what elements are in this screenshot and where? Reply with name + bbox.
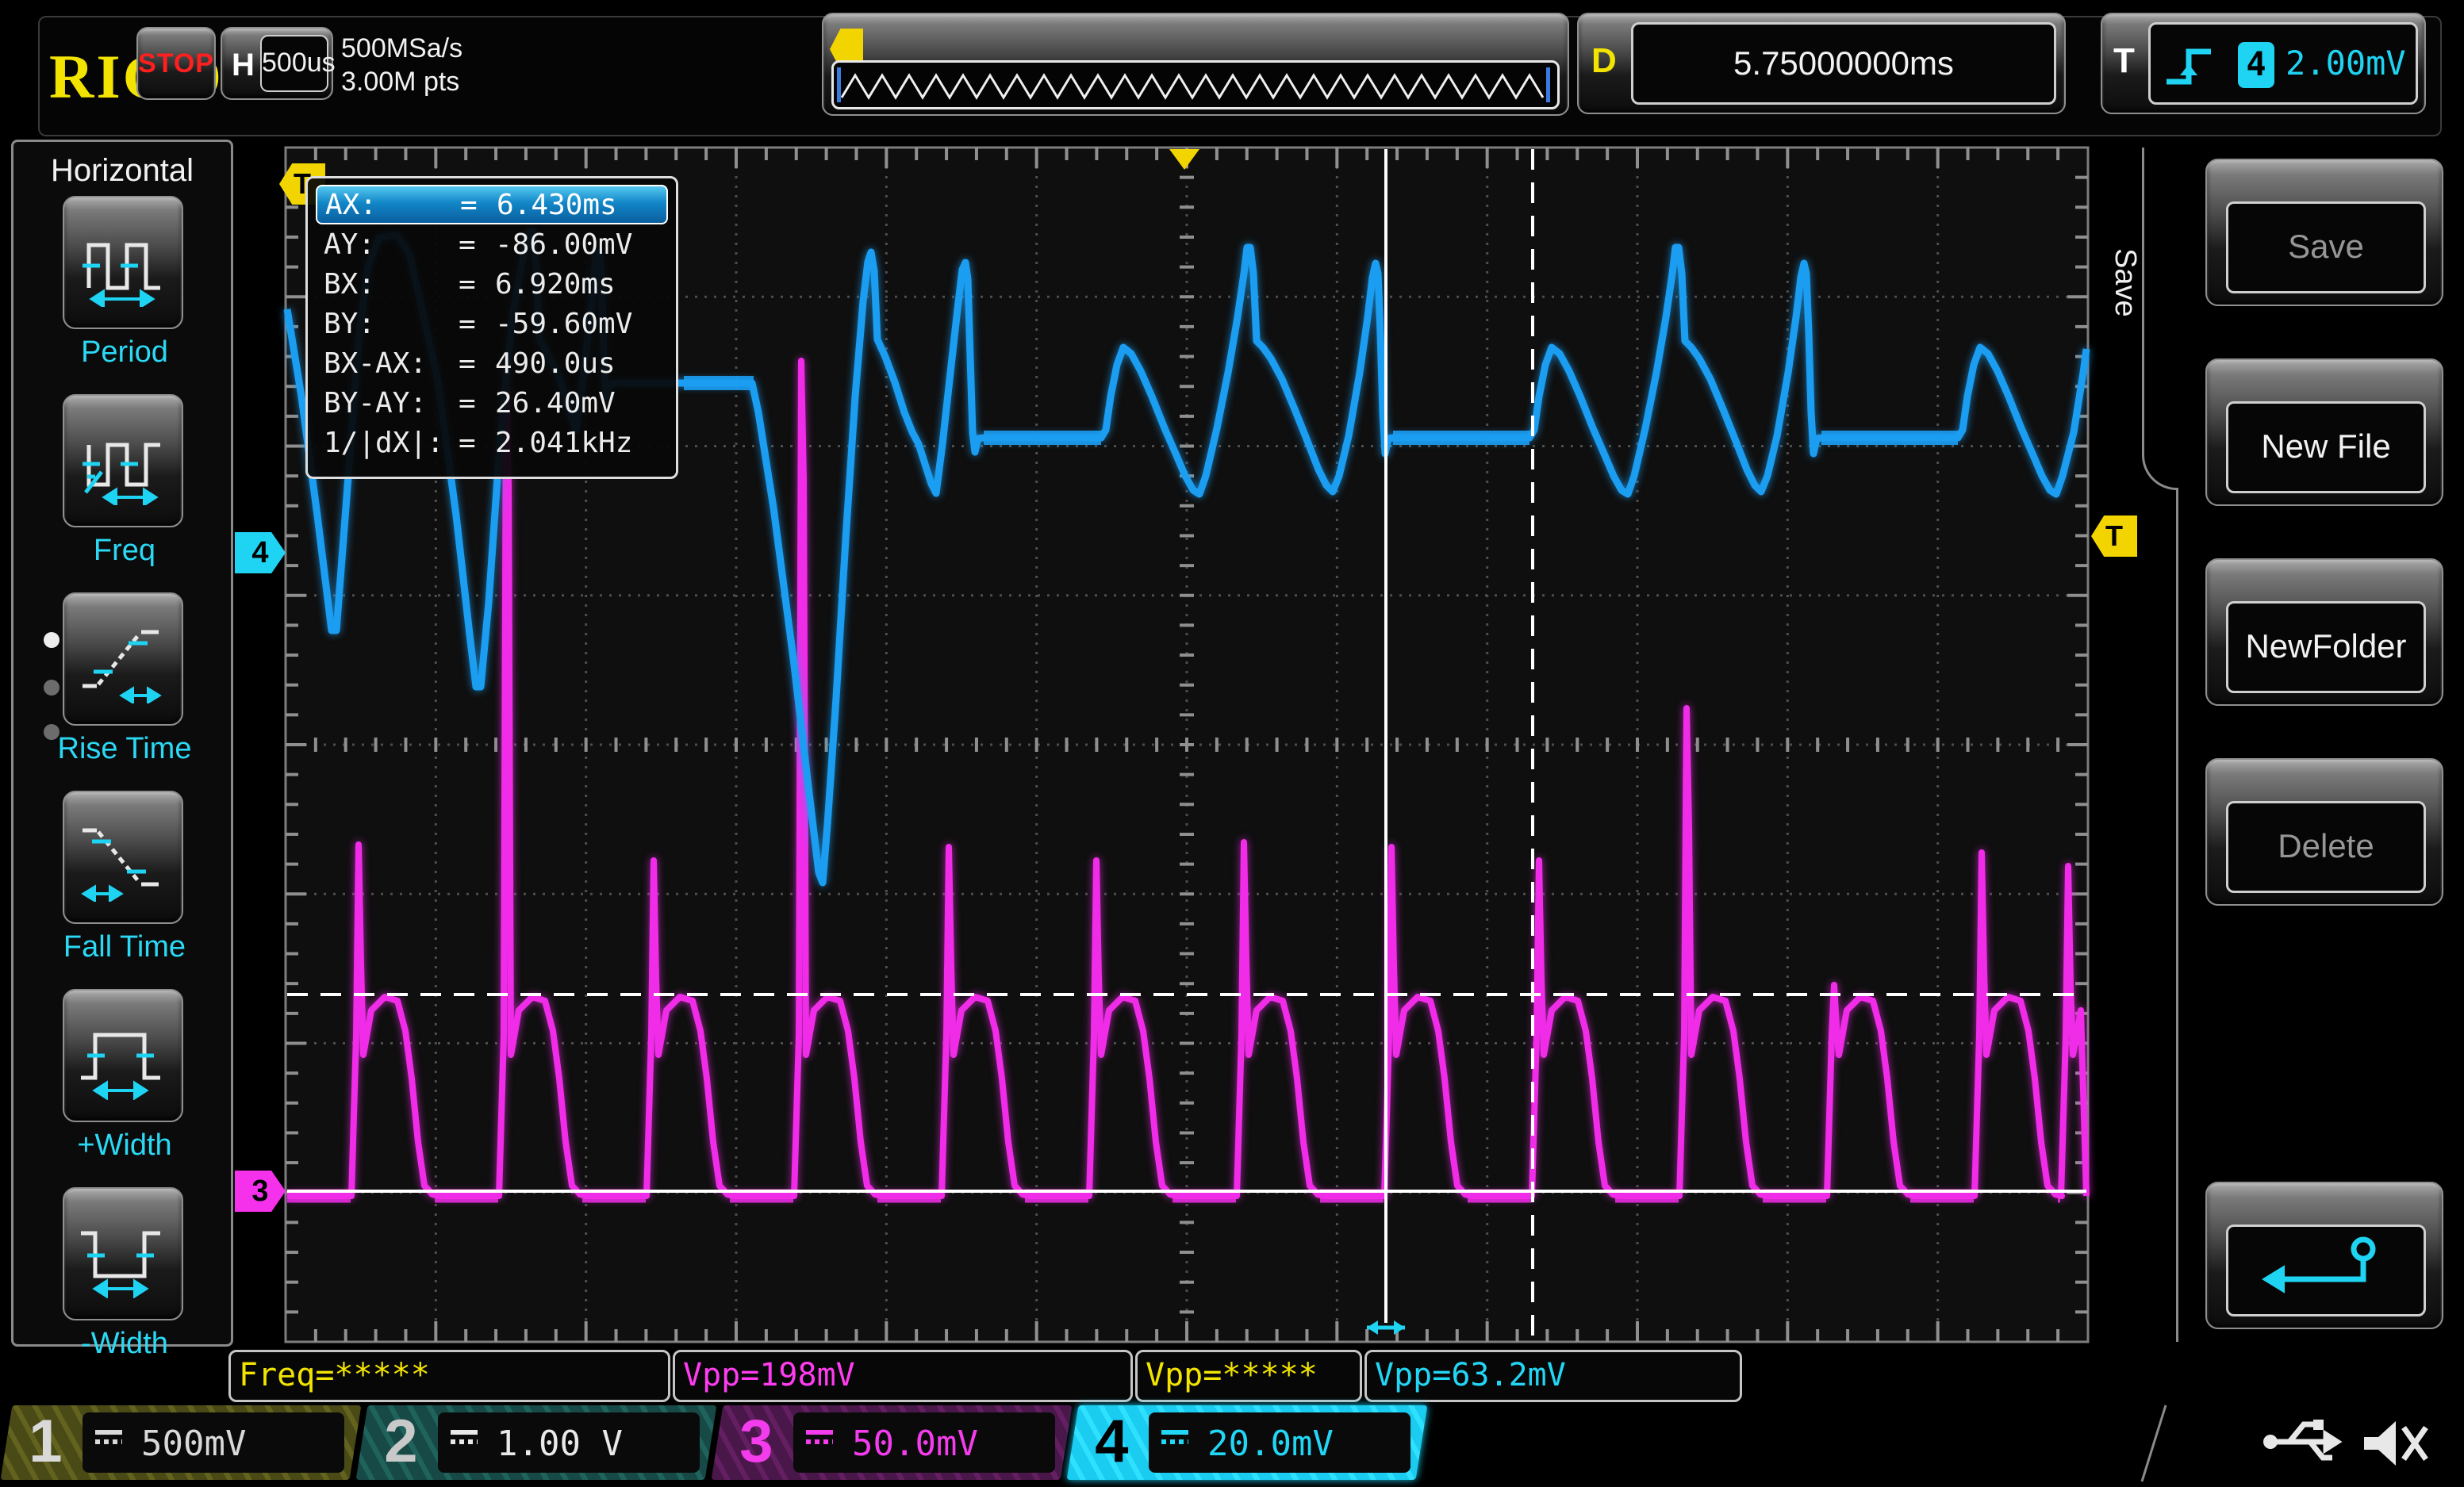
- menu-button-inner: New File: [2226, 401, 2426, 493]
- channel-number: 2: [384, 1407, 417, 1476]
- menu-button-newfolder[interactable]: NewFolder: [2205, 558, 2443, 706]
- cursor-row-ax[interactable]: AX:=6.430ms: [316, 185, 668, 224]
- cursor-row-value: 26.40mV: [495, 387, 660, 420]
- menu-button-inner: Save: [2226, 201, 2426, 293]
- cursor-measurement-panel: AX:=6.430msAY:=-86.00mVBX:=6.920msBY:=-5…: [305, 176, 678, 479]
- channel2-status[interactable]: 2 1.00 V: [356, 1405, 717, 1480]
- channel-inner-box: 20.0mV: [1149, 1412, 1410, 1473]
- channel-number: 4: [1095, 1407, 1128, 1476]
- cursor-row-label: AY:: [324, 228, 459, 261]
- tab-outline: [2142, 148, 2144, 436]
- cursor-row-ay[interactable]: AY:=-86.00mV: [316, 224, 668, 264]
- cursor-row-value: 6.430ms: [497, 189, 658, 221]
- equals: =: [459, 347, 495, 380]
- menu-button-label: Delete: [2228, 803, 2424, 889]
- cursor-row-value: 2.041kHz: [495, 427, 660, 459]
- measurement-value: Vpp=*****: [1146, 1357, 1318, 1393]
- channel3-status[interactable]: 3 50.0mV: [712, 1405, 1073, 1480]
- measurement-value: Vpp=198mV: [683, 1357, 855, 1393]
- equals: =: [459, 228, 495, 261]
- menu-button-inner: NewFolder: [2226, 601, 2426, 693]
- menu-button-inner: Delete: [2226, 801, 2426, 893]
- cursor-row-by[interactable]: BY:=-59.60mV: [316, 304, 668, 343]
- cursor-row-label: BY:: [324, 308, 459, 340]
- cursor-row-label: AX:: [325, 189, 460, 221]
- channel1-status[interactable]: 1 500mV: [1, 1405, 362, 1480]
- cursor-row-label: 1/|dX|:: [324, 427, 459, 459]
- return-arrow-icon: [2228, 1227, 2424, 1314]
- menu-button-new-file[interactable]: New File: [2205, 358, 2443, 506]
- statusbar-right: [2134, 1404, 2451, 1483]
- usb-icon: [2263, 1420, 2337, 1458]
- cursor-row-value: 490.0us: [495, 347, 660, 380]
- dc-coupling-icon: [806, 1430, 833, 1444]
- equals: =: [459, 427, 495, 459]
- channel-number: 1: [29, 1407, 62, 1476]
- equals: =: [459, 308, 495, 340]
- menu-button-save[interactable]: Save: [2205, 159, 2443, 306]
- channel-scale-value: 1.00 V: [497, 1424, 623, 1464]
- dc-coupling-icon: [1161, 1430, 1188, 1444]
- cursor-row-label: BX:: [324, 268, 459, 301]
- channel-inner-box: 50.0mV: [793, 1412, 1055, 1473]
- oscilloscope-screen: RIGOL STOP H 500us 500MSa/s 3.00M pts D …: [0, 0, 2464, 1487]
- measurement-slot-4[interactable]: Vpp=63.2mV: [1364, 1350, 1742, 1402]
- cursor-row-dx[interactable]: 1/|dX|:=2.041kHz: [316, 423, 668, 462]
- channel-inner-box: 500mV: [83, 1412, 344, 1473]
- channel-scale-value: 20.0mV: [1207, 1424, 1334, 1464]
- dc-coupling-icon: [451, 1430, 478, 1444]
- cursor-row-label: BY-AY:: [324, 387, 459, 420]
- measurement-slot-3[interactable]: Vpp=*****: [1135, 1350, 1362, 1402]
- channel-inner-box: 1.00 V: [438, 1412, 700, 1473]
- menu-button-label: NewFolder: [2228, 604, 2424, 689]
- measurement-slot-1[interactable]: Freq=*****: [228, 1350, 670, 1402]
- channel-number: 3: [739, 1407, 773, 1476]
- equals: =: [459, 387, 495, 420]
- cursor-row-label: BX-AX:: [324, 347, 459, 380]
- menu-button-label: Save: [2228, 204, 2424, 289]
- menu-panel-border: [2176, 489, 2178, 1342]
- cursor-row-value: 6.920ms: [495, 268, 660, 301]
- menu-button-label: New File: [2228, 404, 2424, 489]
- equals: =: [459, 268, 495, 301]
- cursor-row-value: -59.60mV: [495, 308, 660, 340]
- channel-scale-value: 50.0mV: [852, 1424, 978, 1464]
- channel-scale-value: 500mV: [141, 1424, 246, 1464]
- measurement-value: Vpp=63.2mV: [1375, 1357, 1566, 1393]
- separator: [2142, 1405, 2166, 1481]
- cursor-row-value: -86.00mV: [495, 228, 660, 261]
- equals: =: [460, 189, 497, 221]
- channel4-status[interactable]: 4 20.0mV: [1067, 1405, 1428, 1480]
- menu-tab-save: Save: [2107, 211, 2142, 354]
- speaker-muted-icon: [2364, 1421, 2426, 1466]
- cursor-row-bx[interactable]: BX:=6.920ms: [316, 264, 668, 304]
- menu-button-delete[interactable]: Delete: [2205, 758, 2443, 906]
- measurement-value: Freq=*****: [239, 1357, 430, 1393]
- cursor-row-byay[interactable]: BY-AY:=26.40mV: [316, 383, 668, 423]
- cursor-row-bxax[interactable]: BX-AX:=490.0us: [316, 343, 668, 383]
- measurement-slot-2[interactable]: Vpp=198mV: [673, 1350, 1133, 1402]
- back-button[interactable]: [2205, 1182, 2443, 1329]
- dc-coupling-icon: [95, 1430, 122, 1444]
